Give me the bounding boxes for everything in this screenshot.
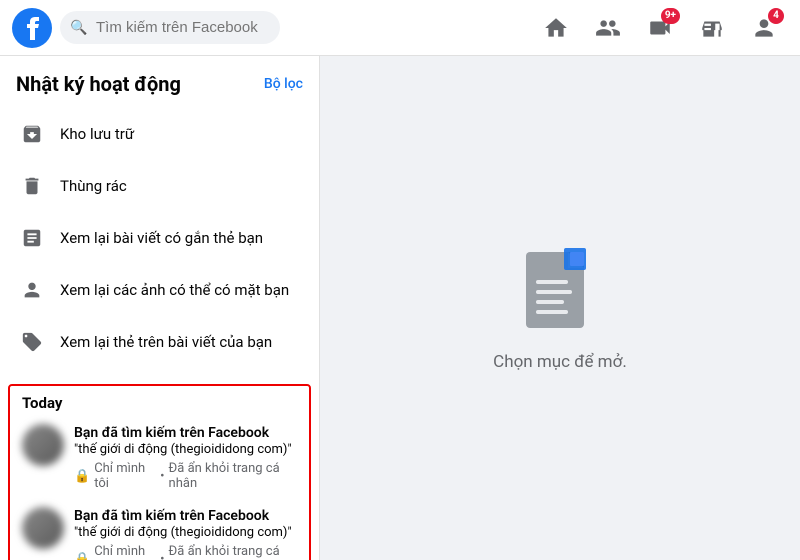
review-tagged-label: Xem lại bài viết có gắn thẻ bạn xyxy=(60,229,263,247)
meta-privacy: Chỉ mình tôi xyxy=(94,544,156,560)
sidebar-menu: Kho lưu trữ Thùng rác Xem lại bài viết c… xyxy=(0,104,319,372)
activity-subtitle: "thế giới di động (thegioididong com)" xyxy=(74,442,297,459)
meta-dot: • xyxy=(160,552,164,560)
empty-state: Chọn mục để mở. xyxy=(493,244,627,372)
archive-icon xyxy=(16,118,48,150)
main-layout: Nhật ký hoạt động Bộ lọc Kho lưu trữ Thù… xyxy=(0,56,800,560)
document-icon xyxy=(520,244,600,340)
activity-title: Bạn đã tìm kiếm trên Facebook xyxy=(74,507,297,525)
top-navigation: 🔍 9+ 4 xyxy=(0,0,800,56)
sidebar-item-review-photos[interactable]: Xem lại các ảnh có thể có mặt bạn xyxy=(8,264,311,316)
sidebar-item-archive[interactable]: Kho lưu trữ xyxy=(8,108,311,160)
sidebar-item-review-tagged[interactable]: Xem lại bài viết có gắn thẻ bạn xyxy=(8,212,311,264)
archive-label: Kho lưu trữ xyxy=(60,125,134,143)
sidebar: Nhật ký hoạt động Bộ lọc Kho lưu trữ Thù… xyxy=(0,56,320,560)
meta-dot: • xyxy=(160,469,164,484)
sidebar-item-trash[interactable]: Thùng rác xyxy=(8,160,311,212)
today-highlight-box: Today Bạn đã tìm kiếm trên Facebook "thế… xyxy=(8,384,311,560)
video-badge: 9+ xyxy=(661,8,680,24)
activity-item[interactable]: Bạn đã tìm kiếm trên Facebook "thế giới … xyxy=(10,416,309,499)
right-panel: Chọn mục để mở. xyxy=(320,56,800,560)
meta-action: Đã ẩn khỏi trang cá nhân xyxy=(169,544,297,560)
filter-button[interactable]: Bộ lọc xyxy=(264,76,303,92)
profile-badge: 4 xyxy=(768,8,784,24)
marketplace-button[interactable] xyxy=(688,4,736,52)
video-button[interactable]: 9+ xyxy=(636,4,684,52)
empty-state-label: Chọn mục để mở. xyxy=(493,352,627,372)
meta-action: Đã ẩn khỏi trang cá nhân xyxy=(169,461,297,491)
nav-icons: 9+ 4 xyxy=(532,4,788,52)
activity-title: Bạn đã tìm kiếm trên Facebook xyxy=(74,424,297,442)
activity-meta: 🔒 Chỉ mình tôi • Đã ẩn khỏi trang cá nhâ… xyxy=(74,544,297,560)
activity-section: Today Bạn đã tìm kiếm trên Facebook "thế… xyxy=(0,372,319,560)
meta-privacy: Chỉ mình tôi xyxy=(94,461,156,491)
activity-subtitle: "thế giới di động (thegioididong com)" xyxy=(74,525,297,542)
trash-icon xyxy=(16,170,48,202)
search-wrapper: 🔍 xyxy=(60,11,280,44)
review-tags-label: Xem lại thẻ trên bài viết của bạn xyxy=(60,333,272,351)
profile-button[interactable]: 4 xyxy=(740,4,788,52)
avatar xyxy=(22,424,64,466)
review-photos-label: Xem lại các ảnh có thể có mặt bạn xyxy=(60,281,289,299)
search-input[interactable] xyxy=(60,11,280,44)
trash-label: Thùng rác xyxy=(60,177,127,195)
today-label: Today xyxy=(10,386,309,416)
avatar xyxy=(22,507,64,549)
sidebar-title: Nhật ký hoạt động xyxy=(16,72,181,96)
review-tags-icon xyxy=(16,326,48,358)
review-tagged-icon xyxy=(16,222,48,254)
activity-content: Bạn đã tìm kiếm trên Facebook "thế giới … xyxy=(74,507,297,560)
friends-button[interactable] xyxy=(584,4,632,52)
activity-content: Bạn đã tìm kiếm trên Facebook "thế giới … xyxy=(74,424,297,491)
home-button[interactable] xyxy=(532,4,580,52)
activity-item[interactable]: Bạn đã tìm kiếm trên Facebook "thế giới … xyxy=(10,499,309,560)
activity-meta: 🔒 Chỉ mình tôi • Đã ẩn khỏi trang cá nhâ… xyxy=(74,461,297,491)
review-photos-icon xyxy=(16,274,48,306)
sidebar-header: Nhật ký hoạt động Bộ lọc xyxy=(0,56,319,104)
sidebar-item-review-tags[interactable]: Xem lại thẻ trên bài viết của bạn xyxy=(8,316,311,368)
lock-icon: 🔒 xyxy=(74,469,90,484)
lock-icon: 🔒 xyxy=(74,552,90,560)
search-icon: 🔍 xyxy=(70,20,87,36)
facebook-logo[interactable] xyxy=(12,8,52,48)
